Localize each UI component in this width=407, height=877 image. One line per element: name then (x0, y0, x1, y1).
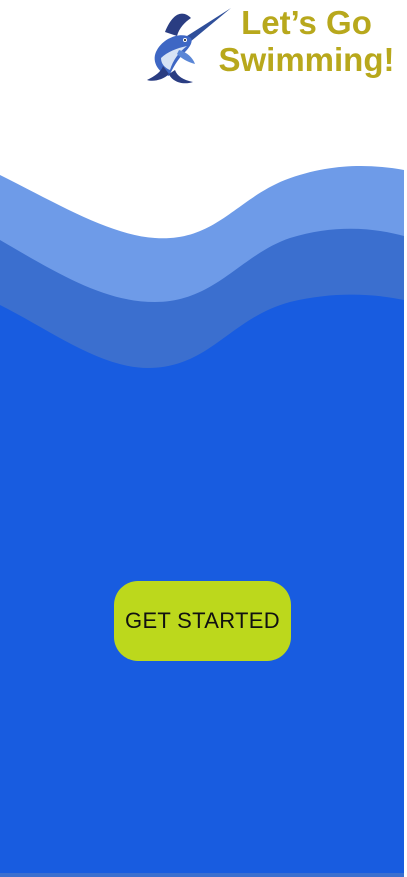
app-title-line-1: Let’s Go (241, 4, 372, 41)
app-title-line-2: Swimming! (218, 41, 395, 78)
app-title: Let’s Go Swimming! (206, 4, 407, 78)
wave-background (0, 166, 404, 877)
app-header: Let’s Go Swimming! (0, 0, 407, 100)
get-started-button[interactable]: GET STARTED (114, 581, 291, 661)
